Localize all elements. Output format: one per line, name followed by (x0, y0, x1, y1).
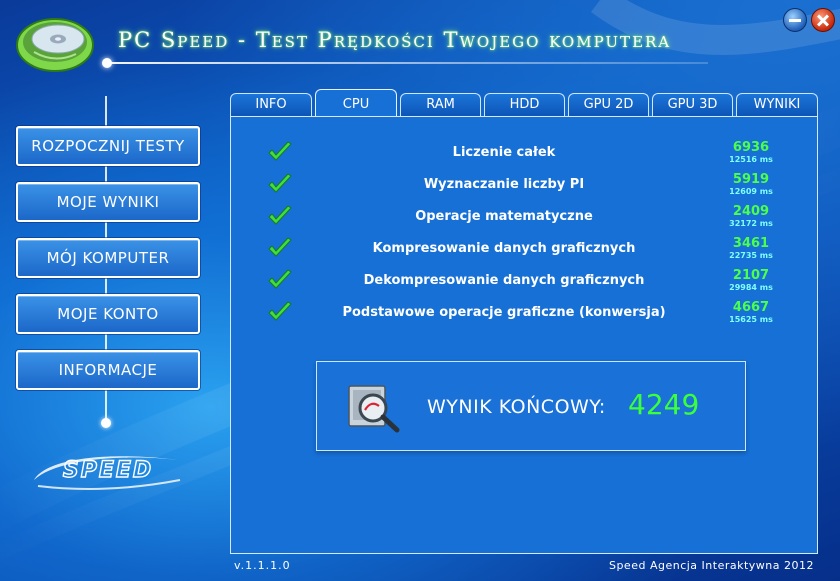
company-credit: Speed Agencja Interaktywna 2012 (608, 559, 814, 572)
final-result-value: 4249 (628, 388, 700, 421)
magnifier-report-icon (348, 385, 400, 433)
test-label: Liczenie całek (452, 145, 556, 160)
test-score: 6936 (732, 140, 770, 155)
footer-bar: v.1.1.1.0 Speed Agencja Interaktywna 201… (230, 554, 818, 576)
minimize-button[interactable] (783, 8, 807, 32)
tab-hdd[interactable]: HDD (484, 93, 565, 116)
tab-info[interactable]: INFO (230, 93, 312, 116)
menu-moj-komputer-button[interactable]: MÓJ KOMPUTER (16, 238, 200, 278)
final-result-label: WYNIK KOŃCOWY: (427, 396, 606, 418)
speed-brand-logo: SPEED (34, 456, 181, 490)
test-time: 32172 ms (729, 219, 773, 228)
checkmark-icon (268, 173, 292, 193)
checkmark-icon (268, 141, 292, 161)
sidebar-connector-dot (101, 418, 111, 428)
menu-informacje-button[interactable]: INFORMACJE (16, 350, 200, 390)
test-label: Kompresowanie danych graficznych (372, 241, 636, 256)
menu-moje-wyniki-button[interactable]: MOJE WYNIKI (16, 182, 200, 222)
final-result-box: WYNIK KOŃCOWY: 4249 (316, 361, 746, 451)
test-time: 29984 ms (729, 283, 773, 292)
test-label: Wyznaczanie liczby PI (423, 177, 585, 192)
checkmark-icon (268, 301, 292, 321)
test-row: Podstawowe operacje graficzne (konwersja… (231, 300, 819, 325)
menu-moje-konto-button[interactable]: MOJE KONTO (16, 294, 200, 334)
tab-cpu[interactable]: CPU (315, 89, 397, 117)
close-button[interactable] (811, 8, 835, 32)
test-time: 12516 ms (729, 155, 773, 164)
app-title: PC Speed - Test Prędkości Twojego komput… (118, 28, 672, 52)
test-row: Kompresowanie danych graficznych 3461 22… (231, 236, 819, 261)
speed-logo-text: SPEED (63, 458, 153, 483)
test-score: 2409 (732, 204, 770, 219)
app-logo-disc-icon (16, 18, 94, 72)
menu-rozpocznij-testy-button[interactable]: ROZPOCZNIJ TESTY (16, 126, 200, 166)
app-window: PC Speed - Test Prędkości Twojego komput… (0, 0, 840, 581)
test-score: 2107 (732, 268, 770, 283)
test-time: 15625 ms (729, 315, 773, 324)
test-score: 5919 (732, 172, 770, 187)
title-underline (108, 62, 708, 64)
app-version: v.1.1.1.0 (234, 559, 291, 572)
tab-gpu-3d[interactable]: GPU 3D (652, 93, 733, 116)
test-row: Dekompresowanie danych graficznych 2107 … (231, 268, 819, 293)
tab-ram[interactable]: RAM (400, 93, 481, 116)
test-time: 12609 ms (729, 187, 773, 196)
test-row: Operacje matematyczne 2409 32172 ms (231, 204, 819, 229)
test-row: Liczenie całek 6936 12516 ms (231, 140, 819, 165)
test-label: Dekompresowanie danych graficznych (363, 273, 645, 288)
tab-wyniki[interactable]: WYNIKI (736, 93, 818, 116)
test-score: 4667 (732, 300, 770, 315)
cpu-results-panel: Liczenie całek 6936 12516 ms Wyznaczanie… (230, 116, 818, 554)
test-time: 22735 ms (729, 251, 773, 260)
test-label: Operacje matematyczne (415, 209, 593, 224)
checkmark-icon (268, 237, 292, 257)
test-label: Podstawowe operacje graficzne (konwersja… (342, 305, 666, 320)
checkmark-icon (268, 269, 292, 289)
tab-gpu-2d[interactable]: GPU 2D (568, 93, 649, 116)
test-score: 3461 (732, 236, 770, 251)
checkmark-icon (268, 205, 292, 225)
test-row: Wyznaczanie liczby PI 5919 12609 ms (231, 172, 819, 197)
